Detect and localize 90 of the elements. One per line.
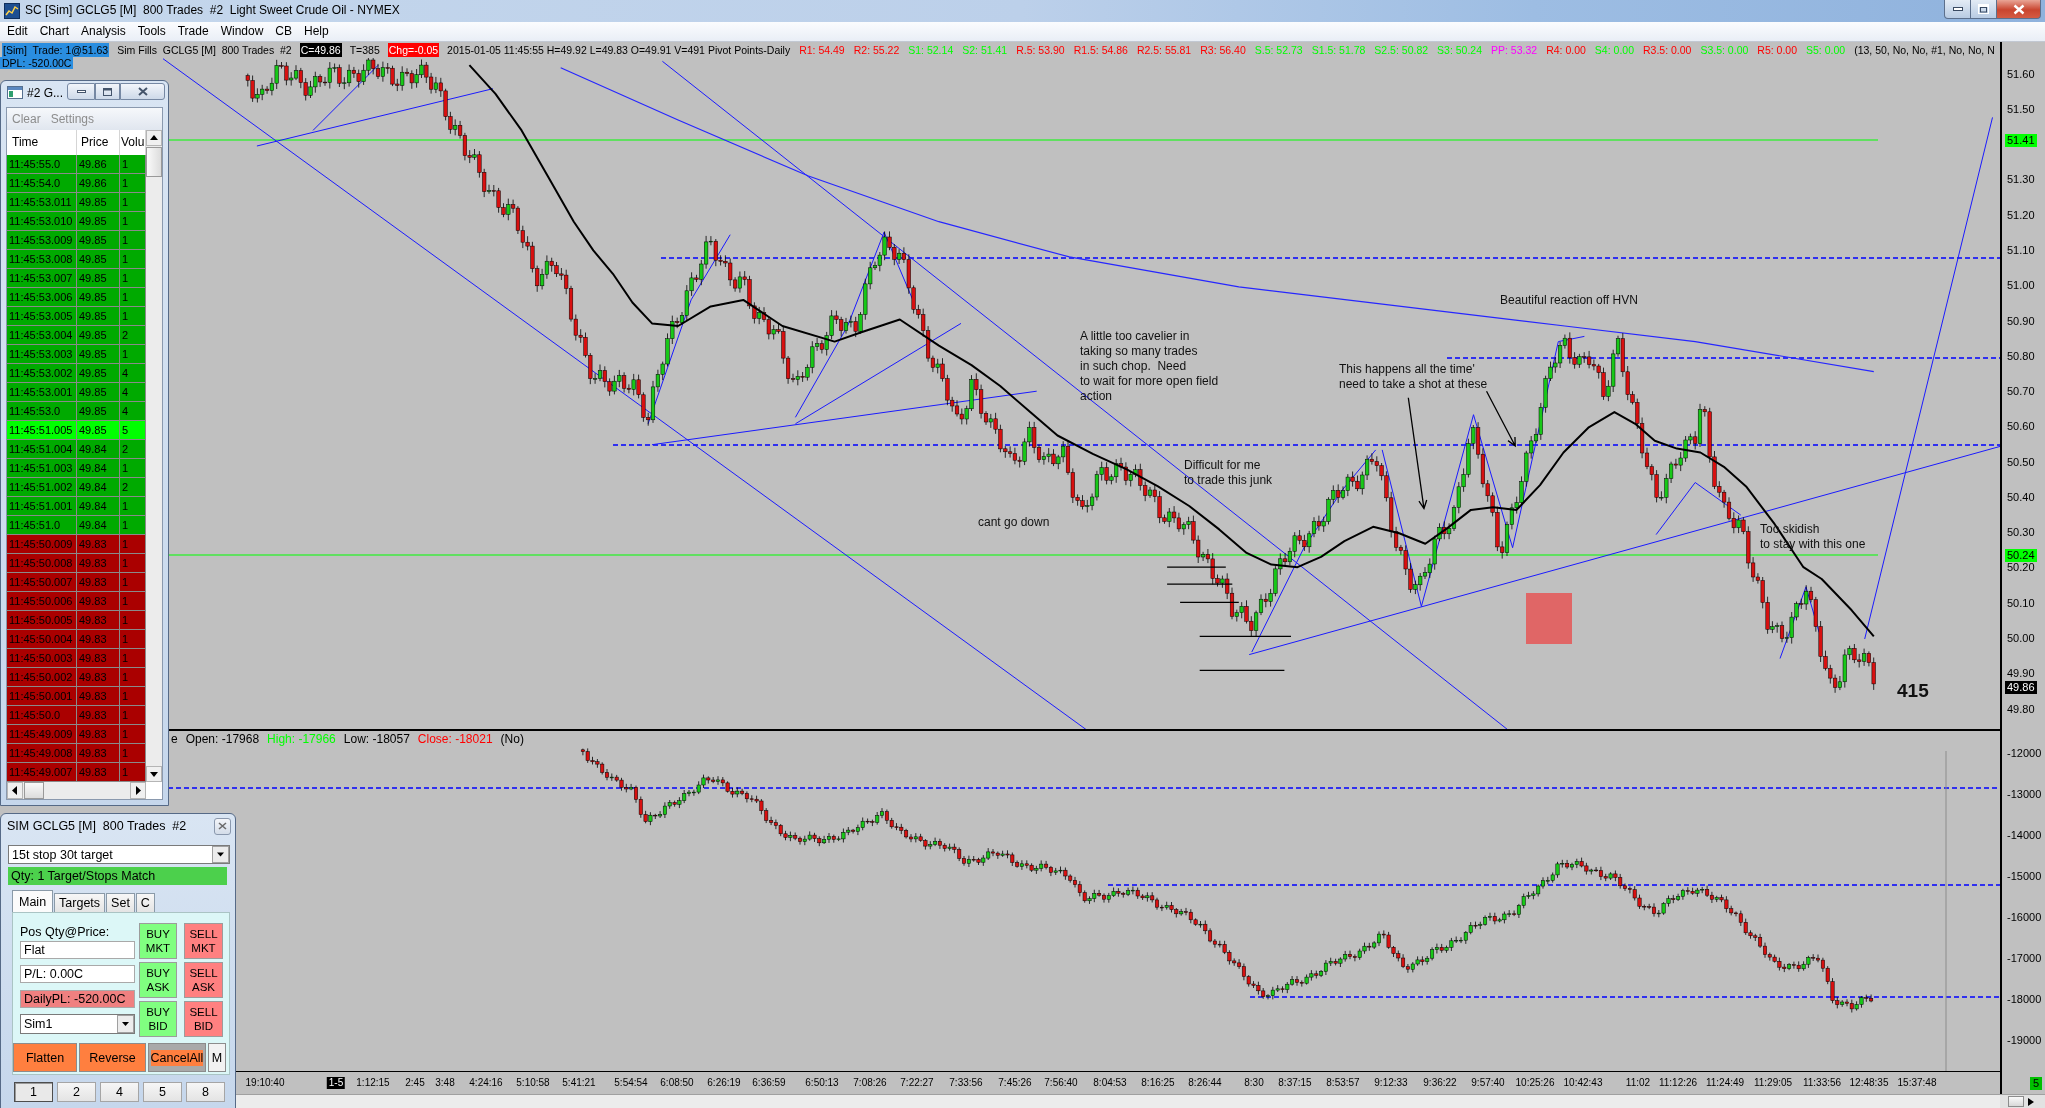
app-icon bbox=[4, 3, 20, 19]
axis-label: 49.80 bbox=[2007, 702, 2035, 716]
axis-label: 7:08:26 bbox=[853, 1077, 887, 1089]
axis-label: 11:12:26 bbox=[1658, 1077, 1698, 1089]
quantity-button[interactable]: 5 bbox=[143, 1082, 182, 1102]
axis-label: 11:29:05 bbox=[1753, 1077, 1793, 1089]
axis-label: 7:33:56 bbox=[949, 1077, 983, 1089]
axis-label: 5:54:54 bbox=[614, 1077, 648, 1089]
axis-label: 50.60 bbox=[2007, 420, 2035, 434]
menu-item[interactable]: Window bbox=[215, 23, 271, 40]
axis-label: 6:08:50 bbox=[660, 1077, 694, 1089]
menu-item[interactable]: Trade bbox=[172, 23, 216, 40]
date-label: 1-5 bbox=[326, 1077, 346, 1089]
menu-item[interactable]: Help bbox=[299, 23, 336, 40]
axis-label: 8:16:25 bbox=[1141, 1077, 1175, 1089]
menu-item[interactable]: Chart bbox=[34, 23, 77, 40]
axis-label: 6:50:13 bbox=[805, 1077, 839, 1089]
axis-label: -15000 bbox=[2007, 869, 2042, 883]
price-marker: 50.24 bbox=[2005, 548, 2037, 562]
axis-label: 9:36:22 bbox=[1423, 1077, 1457, 1089]
axis-label: 11:24:49 bbox=[1705, 1077, 1745, 1089]
axis-label: -14000 bbox=[2007, 828, 2042, 842]
axis-label: 50.70 bbox=[2007, 385, 2035, 398]
menu-item[interactable]: Tools bbox=[132, 23, 173, 40]
axis-label: -13000 bbox=[2007, 787, 2042, 801]
menu-item[interactable]: CB bbox=[270, 23, 299, 40]
close-icon bbox=[2012, 3, 2025, 15]
axis-label: 50.50 bbox=[2007, 455, 2035, 469]
maximize-icon bbox=[1978, 4, 1989, 14]
quantity-button[interactable]: 1 bbox=[14, 1082, 53, 1102]
axis-label: 4:24:16 bbox=[469, 1077, 503, 1089]
caret-right-icon bbox=[2028, 1097, 2034, 1106]
axis-label: 6:26:19 bbox=[707, 1077, 741, 1089]
quantity-button[interactable]: 4 bbox=[100, 1082, 139, 1102]
axis-label: 7:22:27 bbox=[900, 1077, 934, 1089]
axis-label: 19:10:40 bbox=[245, 1077, 285, 1089]
axis-label: 49.90 bbox=[2007, 667, 2035, 681]
axis-label: 11:33:56 bbox=[1802, 1077, 1842, 1089]
price-marker: 51.41 bbox=[2005, 133, 2037, 147]
menu-item[interactable]: Edit bbox=[2, 23, 35, 40]
axis-label: 10:42:43 bbox=[1563, 1077, 1603, 1089]
axis-label: 12:48:35 bbox=[1849, 1077, 1889, 1089]
minimize-icon bbox=[1952, 7, 1963, 11]
axis-label: 50.20 bbox=[2007, 561, 2035, 575]
corner-counter: 5 bbox=[2029, 1076, 2042, 1090]
axis-label: 10:25:26 bbox=[1515, 1077, 1555, 1089]
axis-label: 50.30 bbox=[2007, 526, 2035, 540]
scroll-thumb[interactable] bbox=[2008, 1096, 2024, 1107]
axis-label: 8:53:57 bbox=[1326, 1077, 1360, 1089]
axis-label: 51.00 bbox=[2007, 279, 2035, 293]
axis-label: 8:37:15 bbox=[1278, 1077, 1312, 1089]
axis-label: 6:36:59 bbox=[752, 1077, 786, 1089]
horizontal-scrollbar[interactable] bbox=[2000, 1095, 2045, 1108]
axis-label: 50.10 bbox=[2007, 596, 2035, 610]
axis-label: 5:41:21 bbox=[562, 1077, 596, 1089]
axis-label: 11:02 bbox=[1625, 1077, 1651, 1089]
axis-label: 51.30 bbox=[2007, 173, 2035, 187]
axis-label: 7:45:26 bbox=[998, 1077, 1032, 1089]
axis-label: 50.90 bbox=[2007, 314, 2035, 328]
axis-label: 8:04:53 bbox=[1093, 1077, 1127, 1089]
axis-label: 9:12:33 bbox=[1374, 1077, 1408, 1089]
axis-label: 50.00 bbox=[2007, 632, 2035, 645]
close-button[interactable] bbox=[1997, 0, 2041, 19]
axis-label: 15:37:48 bbox=[1897, 1077, 1937, 1089]
axis-label: -16000 bbox=[2007, 910, 2042, 924]
axis-label: 51.10 bbox=[2007, 243, 2035, 257]
axis-label: 51.60 bbox=[2007, 67, 2035, 81]
axis-label: 5:10:58 bbox=[516, 1077, 550, 1089]
axis-label: 1:12:15 bbox=[356, 1077, 390, 1089]
axis-label: 7:56:40 bbox=[1044, 1077, 1078, 1089]
axis-label: 51.20 bbox=[2007, 208, 2035, 222]
menu-item[interactable]: Analysis bbox=[76, 23, 133, 40]
window-title: SC [Sim] GCLG5 [M] 800 Trades #2 Light Sweet Crude Oil - NYMEX bbox=[25, 2, 400, 19]
price-marker: 49.86 bbox=[2005, 680, 2037, 694]
minimize-button[interactable] bbox=[1944, 0, 1971, 19]
quantity-button[interactable]: 8 bbox=[186, 1082, 225, 1102]
axis-label: -18000 bbox=[2007, 992, 2042, 1006]
axis-label: -17000 bbox=[2007, 951, 2042, 965]
axis-label: 8:30 bbox=[1244, 1077, 1264, 1089]
axis-label: 50.80 bbox=[2007, 349, 2035, 363]
axis-label: 2:45 bbox=[405, 1077, 425, 1089]
axis-label: 51.50 bbox=[2007, 102, 2035, 116]
quantity-button[interactable]: 2 bbox=[57, 1082, 96, 1102]
axis-label: 50.40 bbox=[2007, 490, 2035, 504]
axis-label: -19000 bbox=[2007, 1033, 2042, 1047]
maximize-button[interactable] bbox=[1971, 0, 1997, 19]
axis-label: 9:57:40 bbox=[1471, 1077, 1505, 1089]
axis-label: 8:26:44 bbox=[1188, 1077, 1222, 1089]
axis-label: -12000 bbox=[2007, 746, 2042, 760]
axis-label: 3:48 bbox=[435, 1077, 455, 1089]
